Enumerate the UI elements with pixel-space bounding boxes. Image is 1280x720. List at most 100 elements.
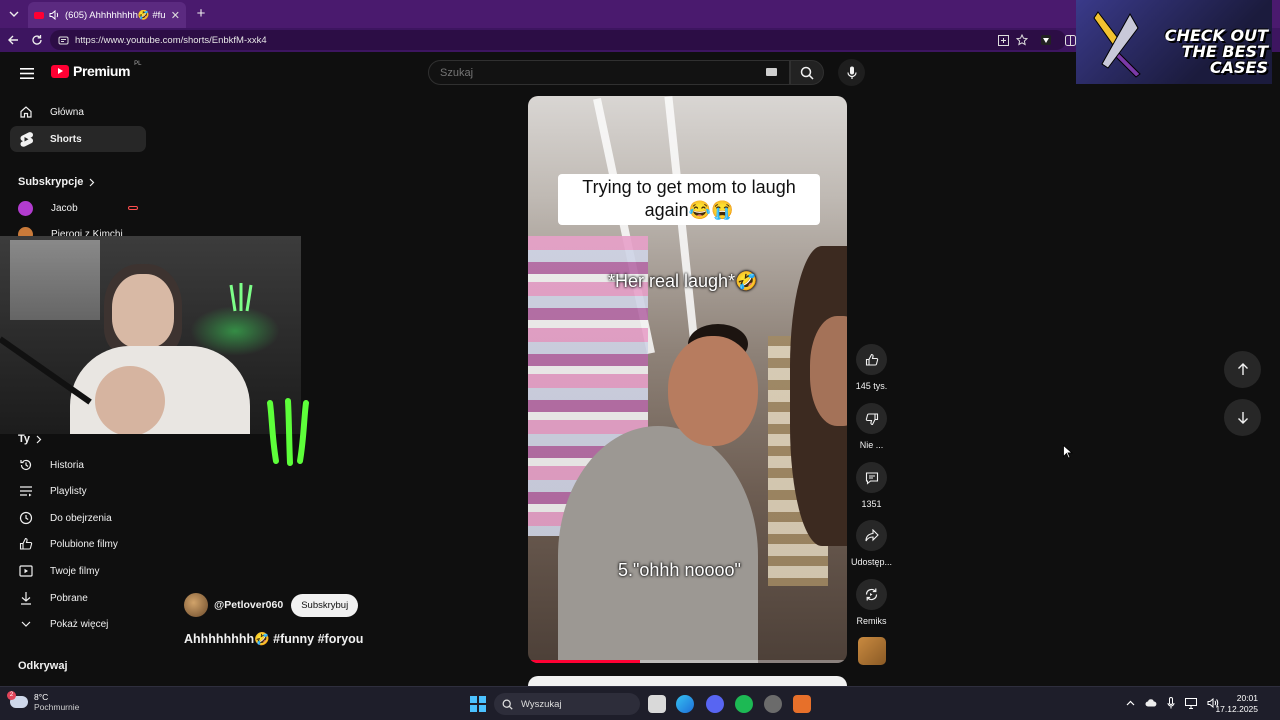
clock-time: 20:01 bbox=[1236, 693, 1258, 703]
dislike-label: Nie ... bbox=[859, 440, 884, 450]
extension-icon[interactable] bbox=[1039, 33, 1053, 47]
subscription-item-jacob[interactable]: Jacob bbox=[18, 198, 142, 218]
spotify-icon[interactable] bbox=[735, 695, 753, 713]
reload-icon bbox=[32, 35, 42, 45]
remix-button[interactable]: Remiks bbox=[848, 579, 895, 626]
subscriptions-header-label: Subskrypcje bbox=[18, 176, 84, 188]
webcam-window-light bbox=[10, 240, 100, 320]
sidebar-item-liked[interactable]: Polubione filmy bbox=[10, 531, 146, 557]
comments-button[interactable]: 1351 bbox=[848, 462, 895, 509]
chevron-up-icon[interactable] bbox=[1126, 700, 1135, 706]
chevron-down-icon bbox=[9, 11, 19, 17]
video-caption-middle: *Her real laugh*🤣 bbox=[608, 271, 758, 291]
voice-search-button[interactable] bbox=[838, 59, 865, 86]
microphone-icon bbox=[846, 66, 857, 79]
youtube-premium-logo[interactable]: Premium PL bbox=[51, 61, 142, 79]
subscribe-button[interactable]: Subskrybuj bbox=[291, 593, 359, 617]
keyboard-icon[interactable] bbox=[766, 68, 777, 76]
search-input[interactable] bbox=[440, 66, 750, 79]
start-button[interactable] bbox=[470, 696, 486, 712]
sidebar-item-label: Pokaż więcej bbox=[50, 618, 109, 630]
discord-icon[interactable] bbox=[706, 695, 724, 713]
remix-label: Remiks bbox=[856, 616, 887, 626]
arrow-down-icon bbox=[1237, 412, 1248, 424]
youtube-favicon-icon bbox=[34, 11, 44, 19]
ad-text-line: CASES bbox=[1209, 58, 1268, 77]
browser-tab[interactable]: (605) Ahhhhhhhh🤣 #funny #foryou ✕ bbox=[28, 2, 186, 28]
app-icon[interactable] bbox=[793, 695, 811, 713]
clock-icon bbox=[18, 510, 34, 526]
sidebar-item-shorts[interactable]: Shorts bbox=[10, 126, 146, 152]
subscription-label: Jacob bbox=[51, 202, 78, 214]
arrow-up-icon bbox=[1237, 363, 1248, 375]
clock[interactable]: 20:01 17.12.2025 bbox=[1215, 693, 1258, 715]
original-sound-thumbnail[interactable] bbox=[858, 637, 886, 665]
menu-button[interactable] bbox=[18, 64, 36, 82]
sidebar-item-show-more[interactable]: Pokaż więcej bbox=[10, 611, 146, 637]
tab-close-icon[interactable]: ✕ bbox=[171, 9, 180, 22]
monster-energy-logo bbox=[267, 398, 309, 466]
case-opening-ad-banner[interactable]: CHECK OUT THE BEST CASES bbox=[1076, 0, 1272, 84]
task-view-icon[interactable] bbox=[648, 695, 666, 713]
dislike-button[interactable]: Nie ... bbox=[848, 403, 895, 450]
share-button[interactable]: Udostęp... bbox=[848, 520, 895, 567]
new-tab-button[interactable]: + bbox=[192, 4, 210, 22]
remix-icon bbox=[865, 588, 878, 601]
windows-logo-pane bbox=[470, 705, 477, 712]
subscriptions-header[interactable]: Subskrypcje bbox=[18, 176, 95, 188]
youtube-play-icon bbox=[51, 64, 69, 78]
microphone-icon[interactable] bbox=[1167, 697, 1175, 709]
thumb-up-icon bbox=[18, 536, 34, 552]
weather-condition: Pochmurnie bbox=[34, 702, 80, 712]
back-button[interactable] bbox=[4, 31, 22, 49]
split-screen-icon[interactable] bbox=[1063, 33, 1077, 47]
home-icon bbox=[18, 104, 34, 120]
obs-icon[interactable] bbox=[764, 695, 782, 713]
logo-country-code: PL bbox=[134, 61, 142, 67]
speaker-icon[interactable] bbox=[49, 10, 60, 20]
search-icon bbox=[502, 699, 513, 710]
tab-title: (605) Ahhhhhhhh🤣 #funny #foryou bbox=[65, 9, 166, 21]
sidebar-item-label: Główna bbox=[50, 106, 84, 118]
hamburger-icon bbox=[20, 67, 34, 79]
sidebar-item-playlists[interactable]: Playlisty bbox=[10, 478, 146, 504]
network-icon[interactable] bbox=[1185, 697, 1197, 709]
explore-header-label: Odkrywaj bbox=[18, 660, 68, 672]
video-progress-bar[interactable] bbox=[528, 660, 847, 663]
sidebar-item-your-videos[interactable]: Twoje filmy bbox=[10, 558, 146, 584]
explore-header: Odkrywaj bbox=[18, 660, 68, 672]
clock-date: 17.12.2025 bbox=[1215, 704, 1258, 714]
url-field[interactable]: https://www.youtube.com/shorts/EnbkfM-xx… bbox=[50, 30, 1066, 50]
channel-name[interactable]: @Petlover060 bbox=[214, 599, 283, 611]
edge-browser-icon[interactable] bbox=[676, 695, 694, 713]
reload-button[interactable] bbox=[28, 31, 46, 49]
windows-logo-icon bbox=[470, 696, 477, 703]
webcam-overlay bbox=[0, 236, 301, 434]
next-short-button[interactable] bbox=[1224, 399, 1261, 436]
you-header[interactable]: Ty bbox=[18, 433, 42, 445]
sidebar-item-home[interactable]: Główna bbox=[10, 99, 146, 125]
sidebar-item-label: Pobrane bbox=[50, 592, 88, 604]
app-available-icon[interactable] bbox=[996, 33, 1010, 47]
webcam-person-face bbox=[112, 274, 174, 348]
sidebar-item-history[interactable]: Historia bbox=[10, 452, 146, 478]
star-icon[interactable] bbox=[1015, 33, 1029, 47]
short-title[interactable]: Ahhhhhhhh🤣 #funny #foryou bbox=[184, 632, 363, 647]
logo-text: Premium bbox=[73, 63, 131, 79]
site-info-icon[interactable] bbox=[58, 35, 69, 46]
search-button[interactable] bbox=[790, 60, 824, 85]
short-video-player[interactable]: Trying to get mom to laugh again😂😭 *Her … bbox=[528, 96, 847, 663]
like-button[interactable]: 145 tys. bbox=[848, 344, 895, 391]
taskbar-search[interactable]: Wyszukaj bbox=[494, 693, 640, 715]
chevron-right-icon bbox=[36, 435, 42, 443]
tab-actions-menu-button[interactable] bbox=[4, 4, 24, 24]
comment-count: 1351 bbox=[861, 499, 882, 509]
sidebar-item-watch-later[interactable]: Do obejrzenia bbox=[10, 505, 146, 531]
cloud-sync-icon[interactable] bbox=[1145, 699, 1157, 707]
weather-widget[interactable]: 2 8°C Pochmurnie bbox=[7, 691, 80, 712]
sidebar-item-label: Twoje filmy bbox=[50, 565, 100, 577]
previous-short-button[interactable] bbox=[1224, 351, 1261, 388]
history-icon bbox=[18, 457, 34, 473]
sidebar-item-downloads[interactable]: Pobrane bbox=[10, 585, 146, 611]
channel-avatar[interactable] bbox=[184, 593, 208, 617]
